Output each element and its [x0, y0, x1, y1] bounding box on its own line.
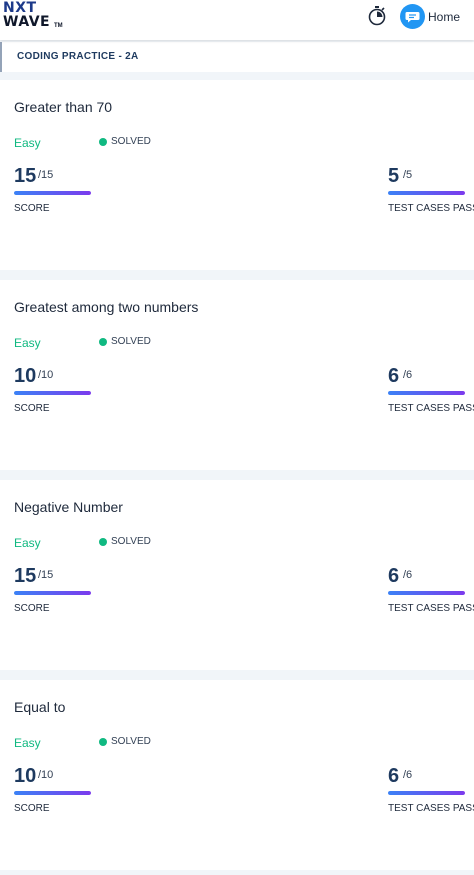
score-value: 10	[14, 365, 37, 387]
logo-trademark: TM	[54, 23, 63, 29]
question-title[interactable]: Greater than 70	[14, 99, 112, 115]
score-value: 15	[14, 565, 37, 587]
section-header: CODING PRACTICE - 2A	[0, 42, 474, 72]
test-cases-label: TEST CASES PASSE	[388, 603, 474, 614]
score-progress-bar	[14, 191, 91, 195]
score-progress-bar	[14, 591, 91, 595]
test-cases-total: /5	[403, 169, 413, 181]
solved-status-dot-icon	[99, 138, 107, 146]
score-label: SCORE	[14, 803, 50, 814]
home-link[interactable]: Home	[428, 10, 460, 24]
test-cases-label: TEST CASES PASSE	[388, 203, 474, 214]
test-cases-progress-bar	[388, 791, 465, 795]
score-total: /15	[38, 169, 54, 181]
question-card[interactable]: Equal to Easy SOLVED 10 /10 SCORE 6 /6 T…	[0, 680, 474, 870]
solved-status-dot-icon	[99, 738, 107, 746]
score-total: /10	[38, 369, 54, 381]
question-title[interactable]: Greatest among two numbers	[14, 299, 198, 315]
stopwatch-icon[interactable]	[367, 5, 387, 27]
score-label: SCORE	[14, 403, 50, 414]
test-cases-value: 6	[388, 565, 400, 587]
test-cases-value: 6	[388, 765, 400, 787]
status-badge: SOLVED	[111, 336, 151, 347]
score-value: 10	[14, 765, 37, 787]
test-cases-progress-bar	[388, 391, 465, 395]
score-progress-bar	[14, 391, 91, 395]
test-cases-total: /6	[403, 369, 413, 381]
solved-status-dot-icon	[99, 338, 107, 346]
test-cases-progress-bar	[388, 591, 465, 595]
logo-text-bottom: WAVE	[3, 14, 51, 30]
score-total: /15	[38, 569, 54, 581]
score-progress-bar	[14, 791, 91, 795]
test-cases-value: 6	[388, 365, 400, 387]
status-badge: SOLVED	[111, 536, 151, 547]
status-badge: SOLVED	[111, 136, 151, 147]
question-card[interactable]: Negative Number Easy SOLVED 15 /15 SCORE…	[0, 480, 474, 670]
difficulty-label: Easy	[14, 536, 41, 550]
question-title[interactable]: Negative Number	[14, 499, 123, 515]
difficulty-label: Easy	[14, 136, 41, 150]
question-card[interactable]: Greatest among two numbers Easy SOLVED 1…	[0, 280, 474, 470]
nxtwave-logo[interactable]: NXT WAVE TM	[3, 1, 65, 31]
solved-status-dot-icon	[99, 538, 107, 546]
difficulty-label: Easy	[14, 736, 41, 750]
chat-bubble-icon[interactable]	[400, 4, 425, 29]
status-badge: SOLVED	[111, 736, 151, 747]
test-cases-value: 5	[388, 165, 400, 187]
score-total: /10	[38, 769, 54, 781]
question-title[interactable]: Equal to	[14, 699, 65, 715]
score-label: SCORE	[14, 203, 50, 214]
test-cases-label: TEST CASES PASSE	[388, 803, 474, 814]
test-cases-progress-bar	[388, 191, 465, 195]
section-title: CODING PRACTICE - 2A	[17, 51, 139, 62]
test-cases-total: /6	[403, 769, 413, 781]
question-card[interactable]: Greater than 70 Easy SOLVED 15 /15 SCORE…	[0, 80, 474, 270]
difficulty-label: Easy	[14, 336, 41, 350]
top-header: NXT WAVE TM Home	[0, 0, 474, 40]
score-label: SCORE	[14, 603, 50, 614]
logo-text-top: NXT	[3, 0, 37, 16]
test-cases-total: /6	[403, 569, 413, 581]
score-value: 15	[14, 165, 37, 187]
test-cases-label: TEST CASES PASSE	[388, 403, 474, 414]
